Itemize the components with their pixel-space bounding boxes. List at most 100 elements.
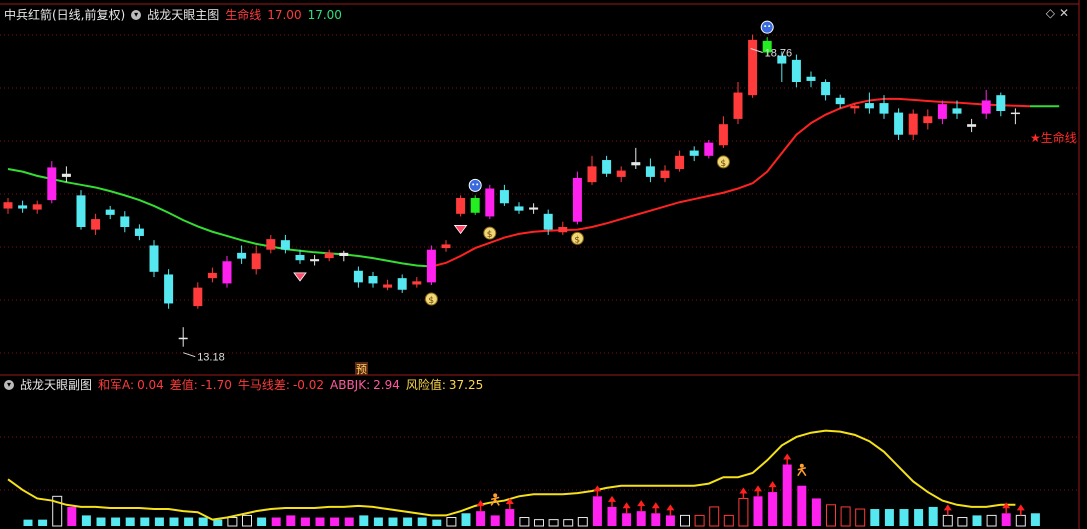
main-indicator-name[interactable]: 战龙天眼主图 xyxy=(147,6,219,24)
candle-body xyxy=(499,190,509,204)
sub-bar xyxy=(432,519,442,526)
diamond-gem-icon xyxy=(293,272,307,282)
sub-bar xyxy=(1030,513,1040,526)
runner-figure-icon xyxy=(799,463,804,468)
sub-bar xyxy=(38,519,48,526)
candle-body xyxy=(733,92,743,119)
candle-body xyxy=(441,244,451,249)
sub-bar xyxy=(723,514,734,527)
candle-body xyxy=(295,254,305,261)
candle-body xyxy=(266,239,276,250)
sub-bar xyxy=(797,485,807,526)
sub-bar xyxy=(257,517,267,526)
face-eye-icon xyxy=(476,183,479,186)
candle-body xyxy=(120,216,130,227)
sub-bar xyxy=(476,511,486,526)
sub-bar xyxy=(942,514,953,527)
sub-bar xyxy=(403,517,413,526)
candle-body xyxy=(3,202,13,209)
candle-body xyxy=(251,253,261,270)
candle-body xyxy=(353,270,363,283)
sub-bar xyxy=(213,519,223,526)
candle-body xyxy=(91,219,101,230)
sub-bar xyxy=(840,506,851,527)
chart-canvas: $ $ $ $ 18.76 13.18 ★生命线 预 xyxy=(0,0,1080,529)
sub-bar xyxy=(972,515,982,526)
settings-diamond-icon[interactable]: ◇ xyxy=(1046,6,1055,20)
hejun-readout: 和军A: 0.04 xyxy=(98,376,164,394)
candle-body xyxy=(660,170,670,178)
sub-bar xyxy=(184,517,194,526)
sub-bar xyxy=(709,506,720,527)
sub-bar xyxy=(665,515,675,526)
sub-bar xyxy=(782,464,792,526)
sub-bar xyxy=(899,509,909,526)
sub-bar xyxy=(271,517,281,526)
sub-header: ▾ 战龙天眼副图 和军A: 0.04 差值: -1.70 牛马线差: -0.02… xyxy=(0,376,483,394)
runner-figure-arms xyxy=(797,466,806,471)
candle-body xyxy=(397,278,407,290)
money-bag-glyph: $ xyxy=(574,235,580,245)
face-eye-icon xyxy=(764,25,767,28)
sub-bar xyxy=(680,514,690,527)
life-line-value-1: 17.00 xyxy=(267,8,302,22)
sub-bar xyxy=(811,498,821,526)
indicator-dropdown-icon[interactable]: ▾ xyxy=(131,10,142,20)
sub-indicator-dropdown-icon[interactable]: ▾ xyxy=(4,380,14,390)
sub-bar xyxy=(884,509,894,526)
candle-body xyxy=(222,261,232,284)
candle-body xyxy=(543,213,553,230)
candle-body xyxy=(280,240,290,250)
candle-body xyxy=(894,112,904,135)
sub-bar xyxy=(577,517,588,527)
low-price-label: 13.18 xyxy=(197,352,225,364)
sub-bar xyxy=(300,517,310,526)
sub-bar xyxy=(461,513,471,526)
grid-lines xyxy=(0,0,1080,529)
close-icon[interactable]: ✕ xyxy=(1059,6,1069,20)
pre-mark: 预 xyxy=(356,363,367,376)
sub-bar xyxy=(242,514,252,527)
candle-body xyxy=(47,167,57,201)
candle-body xyxy=(237,252,247,259)
sub-bar xyxy=(286,515,296,526)
sub-indicator-name[interactable]: 战龙天眼副图 xyxy=(20,376,92,394)
chazhi-value: -1.70 xyxy=(200,378,232,392)
sub-bar xyxy=(315,517,325,526)
candle-body xyxy=(514,206,524,211)
sub-bar xyxy=(826,504,836,527)
niuma-value: -0.02 xyxy=(292,378,324,392)
sub-bar xyxy=(388,517,398,526)
candle-body xyxy=(923,116,933,124)
runner-figure-legs xyxy=(797,468,807,477)
face-eye-icon xyxy=(768,25,771,28)
candle-body xyxy=(558,227,568,233)
red-ma-line xyxy=(431,97,1031,268)
candle-body xyxy=(952,108,962,114)
sub-bar xyxy=(768,492,778,526)
sub-bar xyxy=(81,515,91,526)
sub-bar xyxy=(154,517,164,526)
candle-body xyxy=(207,272,217,279)
money-bag-glyph: $ xyxy=(428,296,434,306)
candle-body xyxy=(485,188,495,217)
sub-bar xyxy=(169,517,179,526)
sub-bar xyxy=(373,517,383,526)
candle-body xyxy=(178,337,188,340)
sub-bar xyxy=(694,514,705,527)
risk-value: 37.25 xyxy=(448,378,484,392)
candle-body xyxy=(339,252,349,256)
chazhi-readout: 差值: -1.70 xyxy=(170,376,232,394)
sub-bar xyxy=(563,519,574,527)
candle-body xyxy=(529,207,539,210)
sub-bar xyxy=(636,511,646,526)
green-ma-line xyxy=(7,168,432,268)
candle-body xyxy=(426,249,436,283)
candle-body xyxy=(835,97,845,105)
face-icon xyxy=(760,20,774,34)
candle-body xyxy=(76,195,86,227)
candle-body xyxy=(645,166,655,177)
candle-body xyxy=(675,155,685,169)
candle-body xyxy=(470,198,480,213)
hejun-value: 0.04 xyxy=(137,378,164,392)
